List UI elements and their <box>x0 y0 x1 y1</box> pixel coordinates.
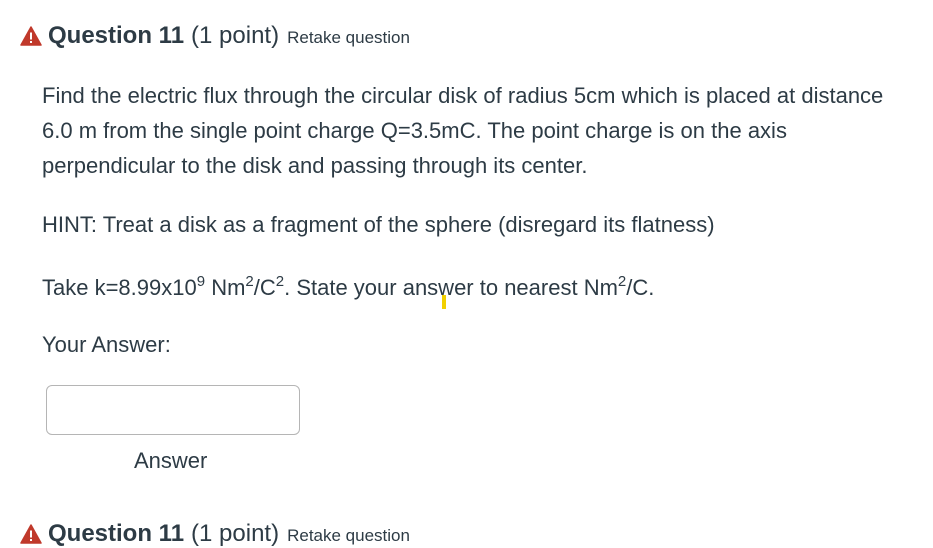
instruction-text: . State your answer to nearest Nm <box>284 275 618 300</box>
retake-question-link[interactable]: Retake question <box>287 28 410 48</box>
constant-instruction: Take k=8.99x109 Nm2/C2. State your answe… <box>42 270 912 309</box>
question-points: (1 point) <box>191 22 280 49</box>
unit-text: Nm <box>205 275 246 300</box>
your-answer-label: Your Answer: <box>42 332 171 357</box>
exponent: 2 <box>617 273 627 290</box>
text-cursor-marker <box>442 295 446 309</box>
retake-question-link[interactable]: Retake question <box>287 526 410 546</box>
exponent: 9 <box>196 273 206 290</box>
next-question-header: Question 11 (1 point) Retake question <box>20 520 410 548</box>
exponent: 2 <box>245 273 254 290</box>
warning-triangle-icon <box>20 26 42 46</box>
exponent: 2 <box>275 273 285 290</box>
question-text: Find the electric flux through the circu… <box>42 83 884 178</box>
unit-text: /C <box>253 275 276 300</box>
question-body: Find the electric flux through the circu… <box>42 78 912 362</box>
answer-caption: Answer <box>134 448 208 473</box>
question-title: Question 11 <box>48 22 185 49</box>
hint-text: HINT: Treat a disk as a fragment of the … <box>42 212 715 237</box>
constant-text-prefix: Take k=8.99x10 <box>42 275 197 300</box>
answer-input[interactable] <box>46 385 300 435</box>
question-points: (1 point) <box>191 520 280 547</box>
unit-text: /C. <box>626 275 655 300</box>
question-title: Question 11 <box>48 520 185 547</box>
warning-triangle-icon <box>20 524 42 544</box>
question-header: Question 11 (1 point) Retake question <box>20 22 410 50</box>
